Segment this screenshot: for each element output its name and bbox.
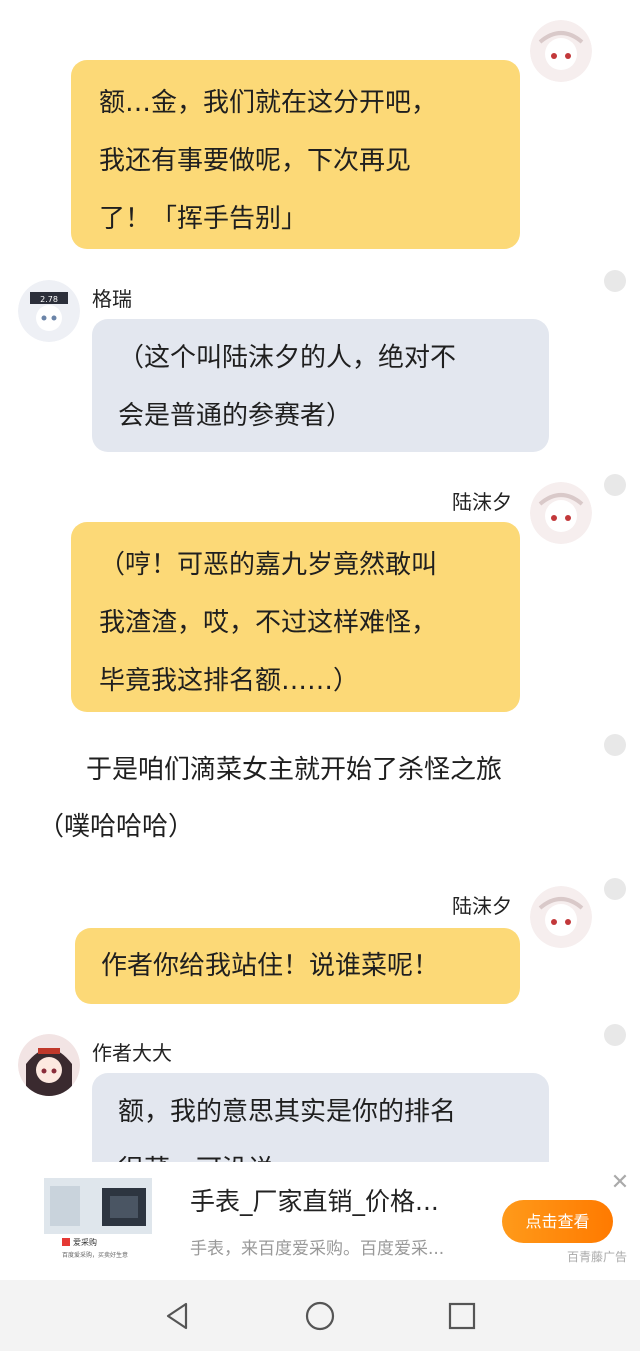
sender-name: 陆沫夕	[452, 894, 512, 918]
sender-name: 作者大大	[92, 1041, 172, 1065]
status-dot	[604, 878, 626, 900]
message-line: 我渣渣，哎，不过这样难怪，	[99, 608, 438, 638]
message-line: 了！「挥手告别」	[99, 204, 308, 234]
message-line: （这个叫陆沫夕的人，绝对不	[118, 343, 457, 373]
message-bubble[interactable]: 作者你给我站住！说谁菜呢！	[75, 928, 520, 1004]
narration-text: 于是咱们滴菜女主就开始了杀怪之旅 （噗哈哈哈）	[38, 742, 618, 856]
back-icon[interactable]	[160, 1298, 196, 1334]
message-bubble[interactable]: （这个叫陆沫夕的人，绝对不 会是普通的参赛者）	[92, 319, 549, 452]
message-line: 额，我的意思其实是你的排名	[118, 1097, 457, 1127]
avatar-lu-moxi[interactable]	[530, 20, 592, 82]
ad-close-icon[interactable]: ✕	[609, 1172, 631, 1194]
avatar-author[interactable]	[18, 1034, 80, 1096]
ad-thumb-logo: 爱采购	[73, 1238, 97, 1247]
message-line: 我还有事要做呢，下次再见	[99, 146, 412, 176]
avatar-lu-moxi[interactable]	[530, 886, 592, 948]
message-bubble[interactable]: 额…金，我们就在这分开吧， 我还有事要做呢，下次再见 了！「挥手告别」	[71, 60, 520, 249]
status-dot	[604, 474, 626, 496]
sender-name: 格瑞	[92, 287, 132, 311]
ad-thumbnail[interactable]: 爱采购 百度爱采购，买卖好生意	[44, 1178, 152, 1262]
ad-view-button[interactable]: 点击查看	[502, 1200, 613, 1243]
narration-line: （噗哈哈哈）	[38, 812, 195, 842]
message-line: 很菜，可没说	[118, 1141, 529, 1162]
message-line: （哼！可恶的嘉九岁竟然敢叫	[99, 550, 438, 580]
sender-name: 陆沫夕	[452, 490, 512, 514]
message-line: 作者你给我站住！说谁菜呢！	[101, 951, 440, 981]
home-icon[interactable]	[302, 1298, 338, 1334]
avatar-lu-moxi[interactable]	[530, 482, 592, 544]
ad-thumb-caption: 百度爱采购，买卖好生意	[62, 1252, 129, 1259]
ad-banner[interactable]: 爱采购 百度爱采购，买卖好生意 手表_厂家直销_价格... 手表，来百度爱采购。…	[0, 1162, 640, 1280]
recents-icon[interactable]	[444, 1298, 480, 1334]
ad-description[interactable]: 手表，来百度爱采购。百度爱采...	[190, 1234, 444, 1259]
system-navigation-bar	[0, 1280, 640, 1351]
message-line: 会是普通的参赛者）	[118, 401, 353, 431]
message-line: 毕竟我这排名额……）	[99, 666, 360, 696]
message-bubble[interactable]: （哼！可恶的嘉九岁竟然敢叫 我渣渣，哎，不过这样难怪， 毕竟我这排名额……）	[71, 522, 520, 712]
status-dot	[604, 1024, 626, 1046]
avatar-grey[interactable]: 2.78	[18, 280, 80, 342]
chat-area[interactable]: 额…金，我们就在这分开吧， 我还有事要做呢，下次再见 了！「挥手告别」 2.78…	[0, 0, 640, 1162]
message-line: 额…金，我们就在这分开吧，	[99, 88, 438, 118]
ad-brand-label: 百青藤广告	[567, 1250, 628, 1264]
svg-text:2.78: 2.78	[40, 295, 58, 304]
ad-title[interactable]: 手表_厂家直销_价格...	[190, 1182, 439, 1218]
narration-line: 于是咱们滴菜女主就开始了杀怪之旅	[86, 755, 503, 785]
message-bubble[interactable]: 额，我的意思其实是你的排名 很菜，可没说	[92, 1073, 549, 1162]
status-dot	[604, 270, 626, 292]
